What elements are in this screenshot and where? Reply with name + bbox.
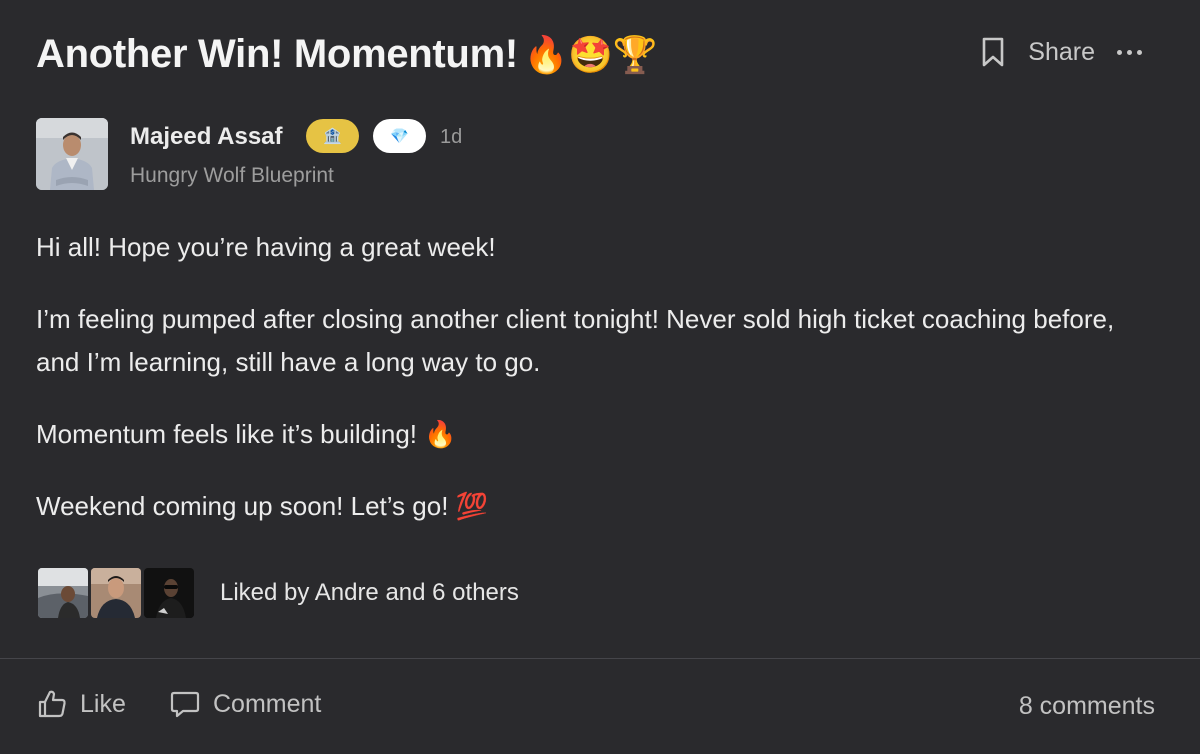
more-dot [1137,49,1142,55]
liker-avatars [38,568,194,618]
membership-badge: 💎 [373,119,426,153]
like-button[interactable]: Like [36,688,126,720]
likes-summary[interactable]: Liked by Andre and 6 others [38,567,519,619]
more-dot [1127,49,1132,55]
divider [0,658,1200,659]
liker-avatar [144,568,194,618]
comments-count[interactable]: 8 comments [1019,692,1155,721]
bank-icon: 🏦 [323,128,342,145]
person-photo-icon [36,118,108,190]
diamond-icon: 💎 [390,128,409,145]
level-badge: 🏦 [306,119,359,153]
liker-avatar [91,568,141,618]
post-paragraph: Weekend coming up soon! Let’s go! 💯 [36,491,489,521]
liker-avatar [38,568,88,618]
like-label: Like [80,689,126,718]
post-body: Hi all! Hope you’re having a great week!… [36,226,1126,557]
author-info: Majeed Assaf 🏦 💎 1d Hungry Wolf Blueprin… [36,118,736,190]
group-name[interactable]: Hungry Wolf Blueprint [130,164,334,188]
post-paragraph: Momentum feels like it’s building! 🔥 [36,419,457,449]
author-avatar[interactable] [36,118,108,190]
post-header: Another Win! Momentum! 🔥🤩🏆 Share [36,30,1160,86]
likes-text: Liked by Andre and 6 others [220,579,519,606]
more-dot [1117,49,1122,55]
bookmark-icon[interactable] [980,36,1006,68]
comment-bubble-icon [170,691,200,718]
post-paragraph: I’m feeling pumped after closing another… [36,304,1115,377]
more-icon[interactable] [1117,44,1142,61]
person-photo-icon [144,568,194,618]
person-photo-icon [91,568,141,618]
post-paragraph: Hi all! Hope you’re having a great week! [36,232,496,262]
comment-label: Comment [213,689,322,718]
post-card: Another Win! Momentum! 🔥🤩🏆 Share Majeed … [0,0,1200,754]
person-photo-icon [38,568,88,618]
comment-button[interactable]: Comment [169,688,321,720]
thumbs-up-icon [38,690,66,718]
post-actions: Share [980,36,1142,68]
post-timestamp: 1d [440,126,463,148]
post-title: Another Win! Momentum! 🔥🤩🏆 [36,32,658,77]
post-title-emoji: 🔥🤩🏆 [523,34,658,75]
author-name[interactable]: Majeed Assaf [130,123,283,151]
post-footer: Like Comment 8 comments [36,682,1155,732]
post-title-text: Another Win! Momentum! [36,32,518,76]
share-button[interactable]: Share [1028,38,1095,67]
